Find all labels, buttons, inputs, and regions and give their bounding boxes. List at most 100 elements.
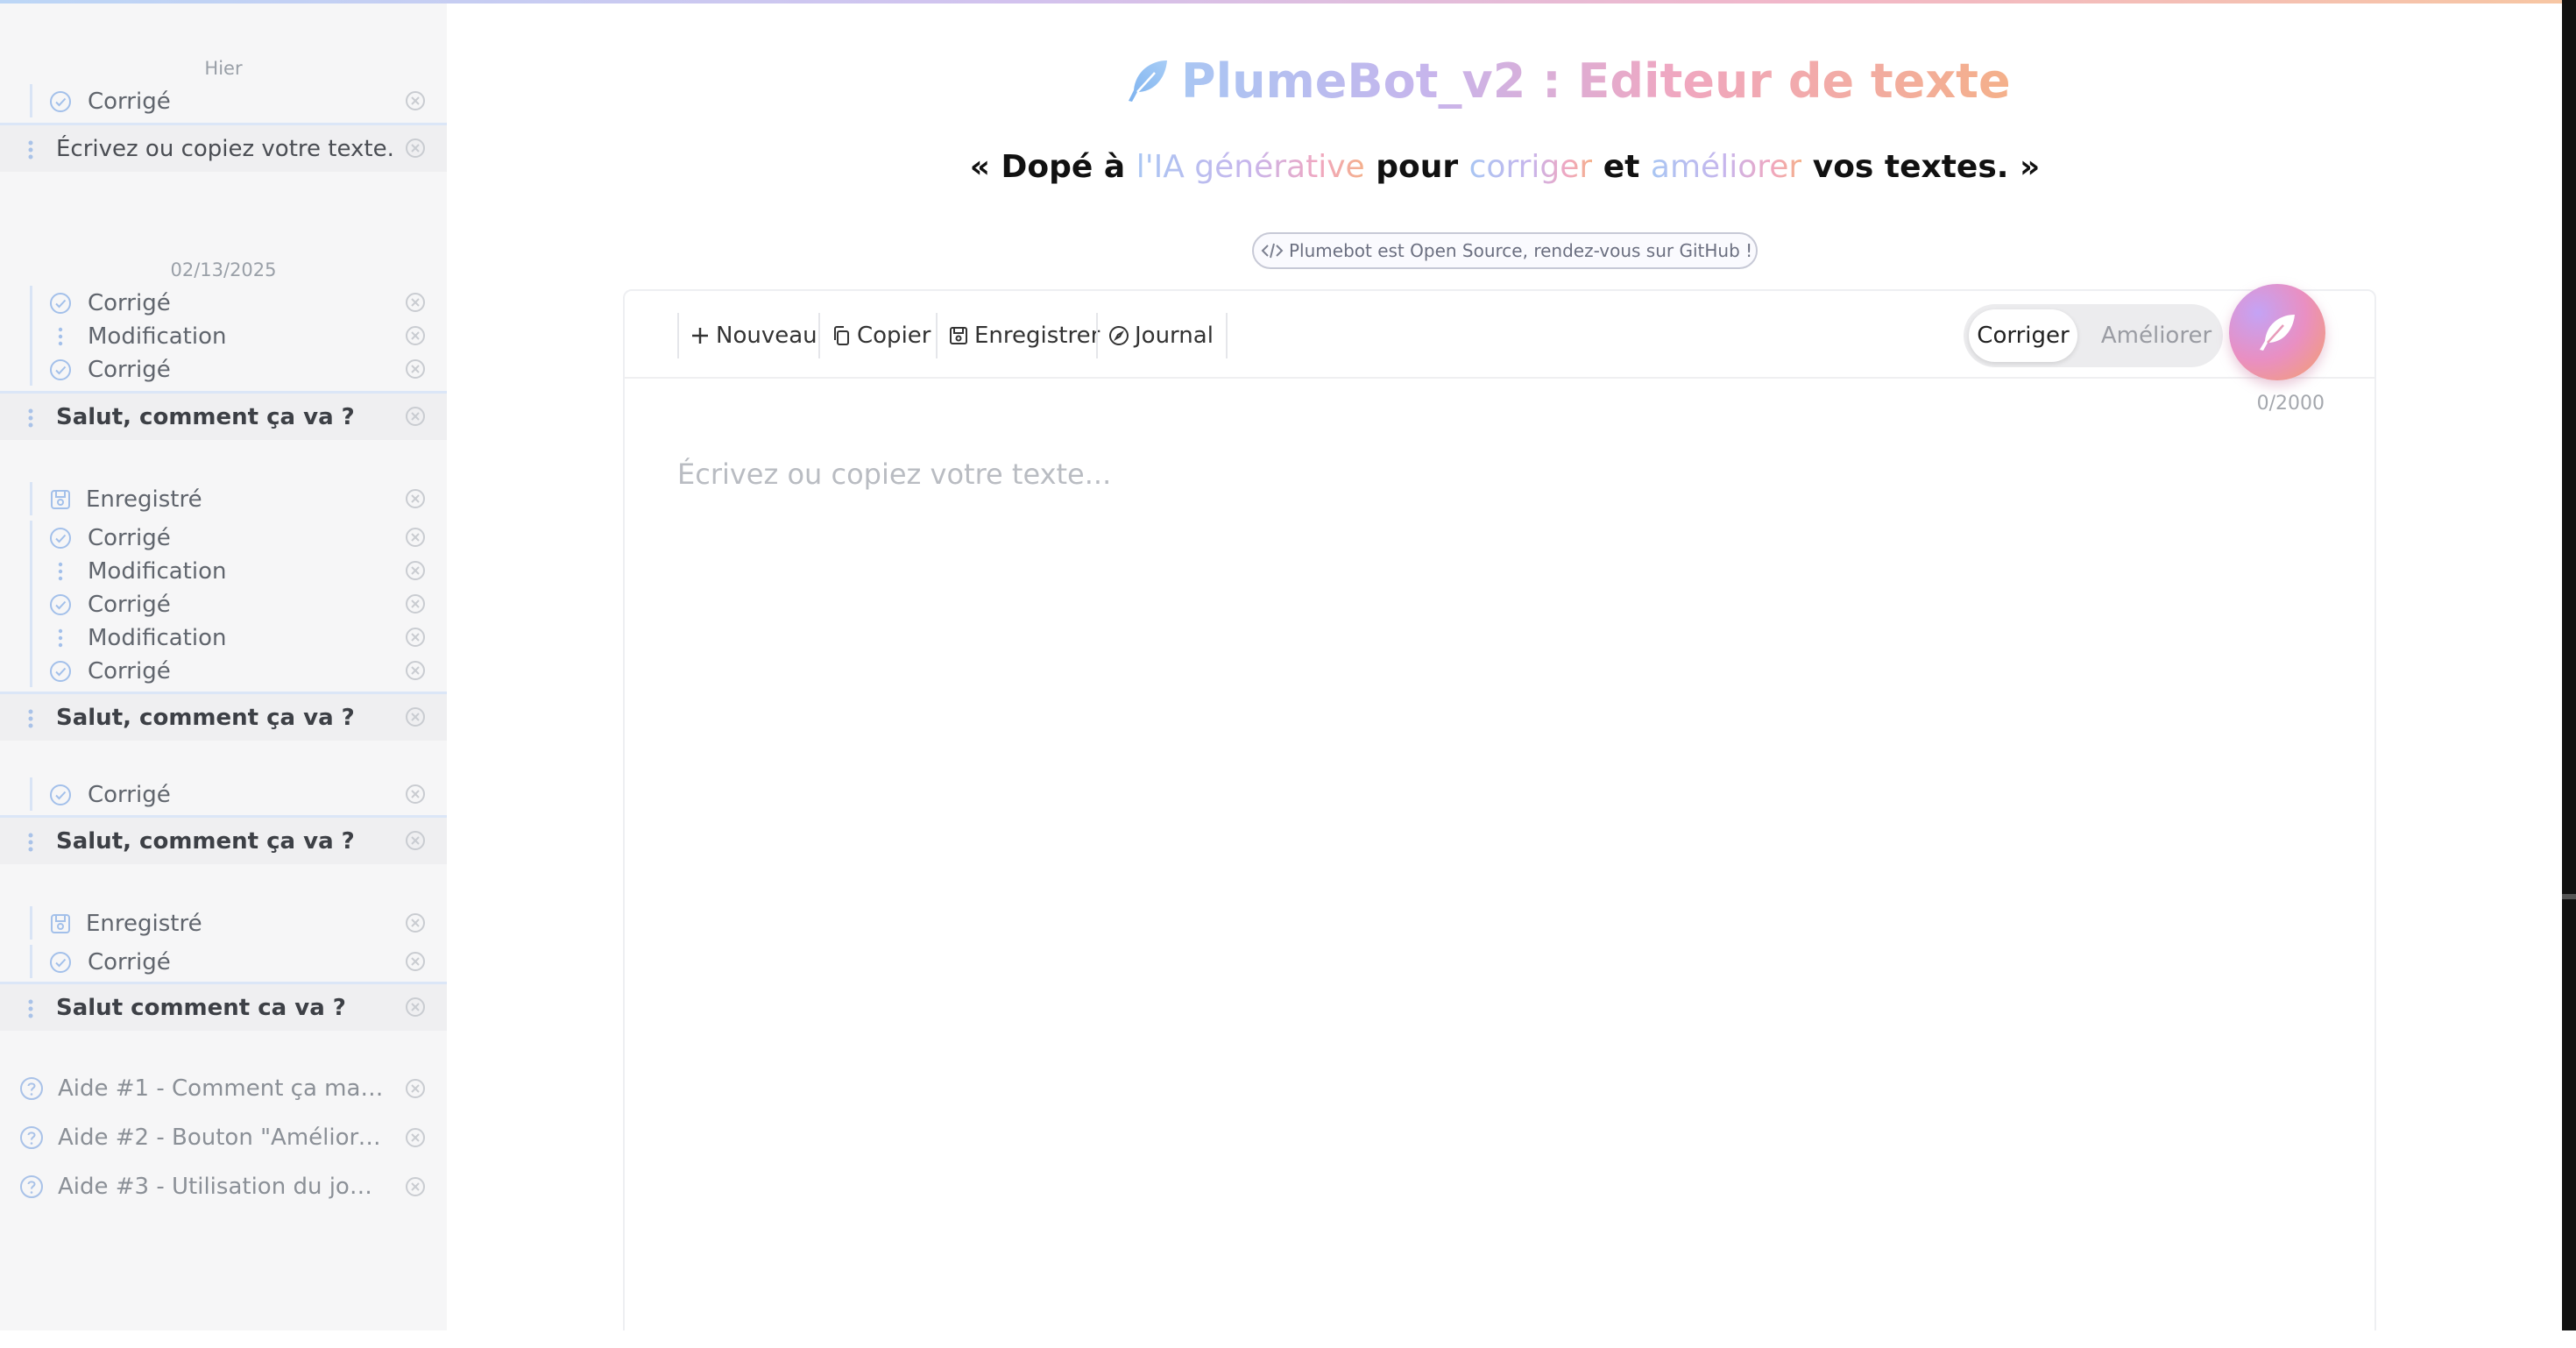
save-icon [51, 914, 70, 933]
drag-handle-icon[interactable] [26, 708, 35, 729]
history-entry[interactable]: Corrigé [0, 587, 447, 621]
copy-button[interactable]: Copier [818, 313, 931, 358]
history-entry-label: Modification [88, 323, 227, 350]
history-entry[interactable]: Corrigé [0, 654, 447, 687]
help-item[interactable]: Aide #3 - Utilisation du journ [0, 1168, 447, 1203]
timeline-rail [30, 621, 32, 654]
close-icon[interactable] [405, 325, 426, 346]
close-icon[interactable] [405, 784, 426, 805]
history-entry-label: Modification [88, 558, 227, 585]
history-entry[interactable]: Corrigé [0, 352, 447, 386]
close-icon[interactable] [405, 1127, 426, 1148]
timeline-rail [30, 286, 32, 319]
github-link[interactable]: Plumebot est Open Source, rendez-vous su… [1252, 232, 1758, 269]
page-title-text: PlumeBot_v2 : Editeur de texte [1181, 53, 2011, 109]
help-item[interactable]: Aide #1 - Comment ça marche [0, 1070, 447, 1105]
drag-handle-icon[interactable] [26, 139, 35, 160]
close-icon[interactable] [405, 406, 426, 427]
check-circle-icon [50, 359, 71, 380]
close-icon[interactable] [405, 997, 426, 1018]
close-icon[interactable] [405, 1078, 426, 1099]
history-entry[interactable]: Enregistré [0, 482, 447, 515]
close-icon[interactable] [405, 358, 426, 380]
timeline-rail [30, 906, 32, 940]
new-button[interactable]: Nouveau [677, 313, 817, 358]
history-session-title: Salut, comment ça va ? [56, 828, 355, 855]
history-entry[interactable]: Modification [0, 319, 447, 352]
editor-panel: Nouveau Copier Enregistrer Journal Corri… [623, 284, 2376, 1330]
history-entry-label: Corrigé [88, 658, 171, 685]
help-item-label: Aide #2 - Bouton "Améliorer" [58, 1125, 384, 1151]
copy-button-label: Copier [857, 323, 931, 349]
window-edge-mark [2562, 894, 2576, 899]
check-circle-icon [50, 594, 71, 615]
tagline-part: et [1592, 149, 1651, 185]
close-icon[interactable] [405, 292, 426, 313]
close-icon[interactable] [405, 90, 426, 111]
save-icon [950, 327, 967, 344]
save-button[interactable]: Enregistrer [936, 313, 1100, 358]
help-item[interactable]: Aide #2 - Bouton "Améliorer" [0, 1119, 447, 1154]
history-entry[interactable]: Modification [0, 621, 447, 654]
timeline-rail [30, 945, 32, 978]
submit-feather-button[interactable] [2229, 284, 2325, 380]
drag-handle-icon[interactable] [26, 998, 35, 1019]
close-icon[interactable] [405, 951, 426, 972]
tagline: « Dopé à l'IA générative pour corriger e… [964, 149, 2046, 185]
help-circle-icon [20, 1126, 43, 1149]
app-window: Hier Corrigé Écrivez ou copiez votre tex… [0, 0, 2562, 1330]
close-icon[interactable] [405, 138, 426, 159]
help-item-label: Aide #3 - Utilisation du journ [58, 1174, 384, 1200]
close-icon[interactable] [405, 627, 426, 648]
timeline-rail [30, 482, 32, 515]
history-entry[interactable]: Corrigé [0, 521, 447, 554]
history-entry[interactable]: Corrigé [0, 286, 447, 319]
journal-button[interactable]: Journal [1096, 313, 1214, 358]
check-circle-icon [50, 528, 71, 549]
close-icon[interactable] [405, 912, 426, 933]
plus-icon [692, 328, 708, 344]
mode-toggle[interactable]: Corriger Améliorer [1964, 304, 2223, 367]
history-session[interactable]: Salut, comment ça va ? [0, 692, 447, 741]
check-circle-icon [50, 293, 71, 314]
drag-handle-icon[interactable] [26, 408, 35, 429]
check-circle-icon [50, 952, 71, 973]
history-entry[interactable]: Enregistré [0, 906, 447, 940]
github-link-label: Plumebot est Open Source, rendez-vous su… [1289, 240, 1753, 261]
history-session[interactable]: Salut, comment ça va ? [0, 391, 447, 440]
close-icon[interactable] [405, 488, 426, 509]
close-icon[interactable] [405, 593, 426, 614]
text-editor-input[interactable]: Écrivez ou copiez votre texte... [677, 458, 2325, 1246]
close-icon[interactable] [405, 660, 426, 681]
close-icon[interactable] [405, 1176, 426, 1197]
char-counter: 0/2000 [2256, 393, 2325, 415]
compass-icon [1109, 326, 1129, 345]
tagline-highlight: améliorer [1650, 149, 1802, 185]
close-icon[interactable] [405, 560, 426, 581]
vertical-dots-icon [58, 327, 63, 346]
close-icon[interactable] [405, 830, 426, 851]
history-session-title: Salut comment ca va ? [56, 995, 346, 1021]
timeline-rail [30, 777, 32, 811]
mode-improve-option[interactable]: Améliorer [2095, 309, 2218, 362]
mode-correct-option[interactable]: Corriger [1969, 309, 2077, 362]
history-entry[interactable]: Corrigé [0, 777, 447, 811]
timeline-rail [30, 587, 32, 621]
date-label: Hier [204, 58, 243, 79]
timeline-rail [30, 554, 32, 587]
history-entry[interactable]: Corrigé [0, 84, 447, 117]
history-entry[interactable]: Modification [0, 554, 447, 587]
history-session[interactable]: Salut, comment ça va ? [0, 815, 447, 864]
history-entry[interactable]: Corrigé [0, 945, 447, 978]
history-entry-label: Enregistré [86, 911, 202, 937]
close-icon[interactable] [405, 706, 426, 727]
history-entry-label: Corrigé [88, 357, 171, 383]
timeline-rail [30, 319, 32, 352]
history-entry-label: Corrigé [88, 290, 171, 316]
history-session[interactable]: Salut comment ca va ? [0, 982, 447, 1031]
history-session[interactable]: Écrivez ou copiez votre texte. [0, 123, 447, 172]
date-label: 02/13/2025 [170, 259, 277, 280]
drag-handle-icon[interactable] [26, 832, 35, 853]
close-icon[interactable] [405, 527, 426, 548]
history-entry-label: Corrigé [88, 592, 171, 618]
